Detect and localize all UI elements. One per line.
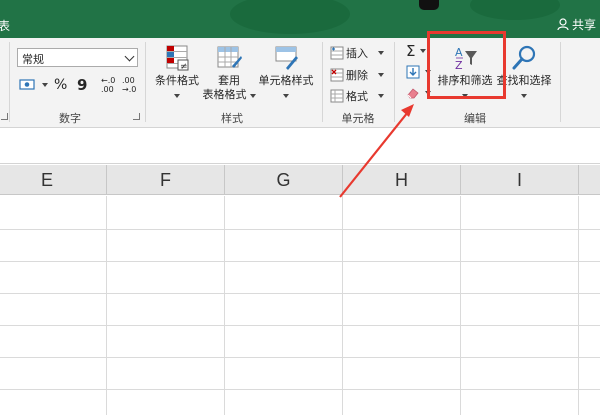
autosum-button[interactable]: Σ [406,42,427,60]
group-separator [394,42,395,122]
delete-cells-icon [330,68,344,82]
column-header-i[interactable]: I [461,165,579,195]
user-icon [557,18,569,31]
percent-button[interactable]: % [54,77,67,93]
share-label: 共享 [571,18,596,32]
format-label: 格式 [346,90,368,103]
cells-group-label: 单元格 [341,112,375,125]
format-as-table-icon [217,46,242,68]
format-cells-button[interactable]: 格式 [330,88,384,104]
insert-cells-icon [330,46,344,60]
title-bar-pattern [230,0,350,34]
grid-line [0,389,600,390]
app-icon [419,0,439,10]
styles-group-label: 样式 [221,112,243,125]
column-header-e[interactable]: E [0,165,107,195]
conditional-format-button[interactable]: ≠ 条件格式 [150,44,204,102]
number-format-value: 常规 [22,53,44,66]
window-title: 表 [0,19,11,33]
format-as-table-label-2: 表格格式 [202,88,247,101]
column-headers: E F G H I [0,165,600,195]
number-dialog-launcher[interactable] [133,113,140,120]
comma-style-button[interactable]: 9 [77,76,87,94]
editing-group-label: 编辑 [464,112,486,125]
group-separator [9,42,10,122]
search-icon [512,45,536,70]
group-separator [145,42,146,122]
cell-styles-button[interactable]: 单元格样式 [256,44,316,102]
cell-styles-icon [275,46,298,70]
title-bar-pattern-2 [470,0,560,20]
cell-grid[interactable] [0,196,600,415]
percent-symbol: % [54,77,68,93]
conditional-format-icon: ≠ [166,45,189,72]
ribbon: 常规 % 9 ←.0 .00 .00 →.0 数字 ≠ 条件格式 套用 表格格式… [0,38,600,128]
svg-text:≠: ≠ [180,62,188,72]
share-button[interactable]: 共享 [557,16,596,33]
comma-symbol: 9 [77,76,88,94]
decrease-decimal-button[interactable]: .00 →.0 [122,76,136,94]
decrease-decimal-icon: .00 →.0 [122,76,137,94]
eraser-icon [407,88,419,99]
cell-styles-label: 单元格样式 [258,74,314,87]
group-separator [560,42,561,122]
formula-bar-area [0,128,600,164]
title-bar: 表 共享 [0,0,600,38]
dialog-launcher-prev[interactable] [1,113,8,120]
format-cells-icon [330,89,344,103]
grid-line [0,293,600,294]
format-as-table-button[interactable]: 套用 表格格式 [202,44,256,102]
insert-button[interactable]: 插入 [330,45,384,61]
fill-down-icon [406,65,420,79]
conditional-format-label: 条件格式 [155,74,199,87]
accounting-icon [19,79,35,90]
increase-decimal-button[interactable]: ←.0 .00 [101,76,115,94]
delete-label: 删除 [346,69,368,82]
column-header-j[interactable] [579,165,600,195]
format-as-table-label-1: 套用 [218,74,240,87]
column-header-g[interactable]: G [225,165,343,195]
column-header-h[interactable]: H [343,165,461,195]
grid-line [0,229,600,230]
grid-line [0,357,600,358]
grid-line [0,261,600,262]
delete-button[interactable]: 删除 [330,67,384,83]
increase-decimal-icon: ←.0 .00 [101,76,116,94]
autosum-icon: Σ [406,42,416,60]
column-header-f[interactable]: F [107,165,225,195]
grid-line [0,325,600,326]
insert-label: 插入 [346,47,368,60]
group-separator [322,42,323,122]
accounting-format-button[interactable] [19,78,48,92]
highlight-box [427,31,506,99]
number-format-select[interactable]: 常规 [17,48,138,67]
chevron-down-icon [124,51,135,62]
number-group-label: 数字 [59,112,81,125]
